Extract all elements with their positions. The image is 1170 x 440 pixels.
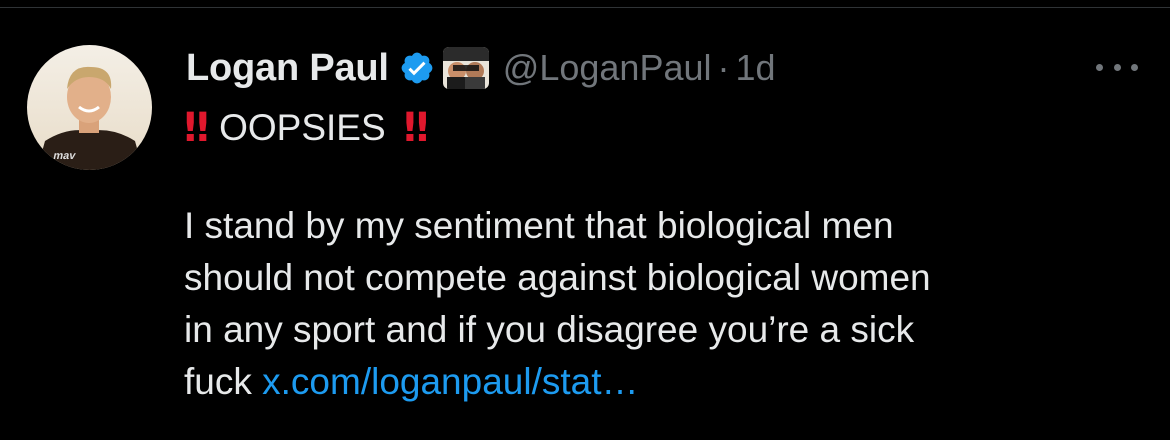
- svg-text:mav: mav: [52, 150, 77, 162]
- double-exclamation-icon: ‼: [403, 105, 429, 151]
- affiliate-badge[interactable]: [442, 47, 489, 89]
- handle[interactable]: @LoganPaul: [503, 47, 712, 89]
- tweet-link[interactable]: x.com/loganpaul/stat…: [262, 361, 638, 402]
- body-line: in any sport and if you disagree you’re …: [184, 309, 915, 350]
- more-options-icon[interactable]: [1092, 52, 1142, 82]
- body-last-word: fuck: [184, 361, 252, 402]
- body-line: should not compete against biological wo…: [184, 257, 931, 298]
- body-line: I stand by my sentiment that biological …: [184, 205, 894, 246]
- tweet-body: I stand by my sentiment that biological …: [184, 200, 1144, 408]
- avatar[interactable]: mav: [27, 45, 152, 170]
- top-divider: [0, 0, 1170, 8]
- avatar-image: mav: [27, 45, 152, 170]
- more-dot: [1096, 63, 1103, 71]
- timestamp[interactable]: 1d: [736, 47, 776, 89]
- tweet-header: Logan Paul @LoganPaul · 1d: [186, 40, 776, 96]
- headline-text: OOPSIES: [219, 107, 386, 148]
- separator-dot: ·: [717, 47, 730, 88]
- double-exclamation-icon: ‼: [184, 105, 209, 151]
- more-dot: [1113, 63, 1121, 71]
- tweet[interactable]: mav Logan Paul @LoganPaul · 1d ‼ OOPSIES…: [0, 0, 1170, 440]
- tweet-headline: ‼ OOPSIES ‼: [184, 103, 429, 153]
- verified-badge-icon: [399, 50, 435, 86]
- more-dot: [1131, 63, 1138, 71]
- display-name[interactable]: Logan Paul: [186, 47, 389, 90]
- body-line-last: fuck x.com/loganpaul/stat…: [184, 356, 1144, 408]
